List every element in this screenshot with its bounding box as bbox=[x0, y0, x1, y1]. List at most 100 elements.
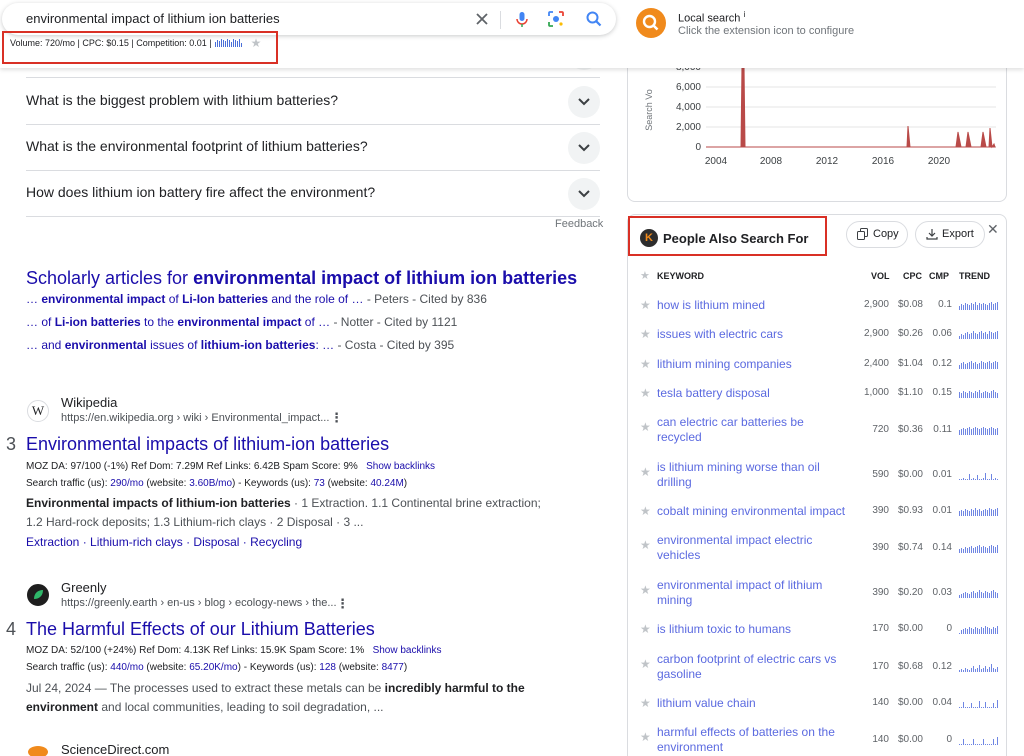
result-title[interactable]: Environmental impacts of lithium-ion bat… bbox=[26, 434, 389, 455]
keyword-volume: 2,900 bbox=[863, 299, 889, 310]
star-column-icon: ★ bbox=[640, 270, 650, 282]
result-snippet-line2: 1.2 Hard-rock deposits; 1.3 Lithium-rich… bbox=[26, 515, 364, 529]
chevron-down-icon[interactable] bbox=[568, 178, 600, 210]
favorite-star-icon[interactable]: ★ bbox=[640, 298, 651, 312]
export-button[interactable]: Export bbox=[915, 221, 985, 248]
clear-icon[interactable] bbox=[472, 9, 492, 29]
close-icon[interactable]: ✕ bbox=[987, 221, 999, 238]
search-input[interactable]: environmental impact of lithium ion batt… bbox=[26, 11, 280, 26]
chevron-down-icon[interactable] bbox=[568, 132, 600, 164]
keyword-link[interactable]: environmental impact of lithium mining bbox=[657, 578, 857, 608]
favorite-star-icon[interactable]: ★ bbox=[640, 357, 651, 371]
show-backlinks-link[interactable]: Show backlinks bbox=[366, 461, 435, 472]
scholarly-article[interactable]: … environmental impact of Li-Ion batteri… bbox=[26, 292, 487, 306]
keyword-volume: 720 bbox=[872, 424, 889, 435]
keyword-cmp: 0.14 bbox=[932, 542, 952, 553]
traffic-metrics: Search traffic (us): 440/mo (website: 65… bbox=[26, 662, 408, 673]
keyword-volume: 140 bbox=[872, 734, 889, 745]
result-title[interactable]: The Harmful Effects of our Lithium Batte… bbox=[26, 619, 375, 640]
scholarly-article[interactable]: … of Li-ion batteries to the environment… bbox=[26, 315, 457, 329]
keyword-link[interactable]: tesla battery disposal bbox=[657, 386, 857, 401]
result-snippet-line2: environment and local communities, leadi… bbox=[26, 700, 384, 714]
keyword-trend-sparkline bbox=[959, 588, 998, 598]
keyword-link[interactable]: cobalt mining environmental impact bbox=[657, 504, 857, 519]
faq-item[interactable]: How does lithium ion battery fire affect… bbox=[26, 170, 600, 217]
keyword-link[interactable]: is lithium toxic to humans bbox=[657, 622, 857, 637]
column-header-keyword: KEYWORD bbox=[657, 271, 704, 281]
site-name[interactable]: Wikipedia bbox=[61, 395, 117, 410]
favorite-star-icon[interactable]: ★ bbox=[640, 465, 651, 479]
faq-item[interactable]: What is the biggest problem with lithium… bbox=[26, 78, 600, 125]
favorite-star-icon[interactable]: ★ bbox=[640, 327, 651, 341]
keyword-cpc: $0.20 bbox=[897, 587, 923, 598]
keyword-trend-sparkline bbox=[959, 543, 998, 553]
sublink[interactable]: Recycling bbox=[250, 535, 302, 549]
trend-area-series bbox=[706, 63, 996, 149]
keyword-volume: 390 bbox=[872, 587, 889, 598]
more-options-icon[interactable]: ⋮ bbox=[330, 410, 343, 426]
keyword-link[interactable]: harmful effects of batteries on the envir… bbox=[657, 725, 857, 755]
result-rank: 4 bbox=[6, 619, 17, 639]
keyword-cpc: $0.00 bbox=[897, 623, 923, 634]
favorite-star-icon[interactable]: ★ bbox=[640, 538, 651, 552]
favorite-star-icon[interactable]: ★ bbox=[640, 730, 651, 744]
microphone-icon[interactable] bbox=[512, 9, 532, 29]
keyword-cpc: $0.08 bbox=[897, 299, 923, 310]
sublink[interactable]: Disposal bbox=[193, 535, 239, 549]
favorite-star-icon[interactable]: ★ bbox=[640, 696, 651, 710]
more-options-icon[interactable]: ⋮ bbox=[336, 596, 349, 612]
scholarly-article[interactable]: … and environmental issues of lithium-io… bbox=[26, 338, 454, 352]
keywords-everywhere-logo-icon: K bbox=[640, 229, 658, 247]
column-header-trend: TREND bbox=[959, 271, 990, 281]
result-rank: 3 bbox=[6, 434, 17, 454]
copy-button[interactable]: Copy bbox=[846, 221, 908, 248]
favorite-star-icon[interactable]: ★ bbox=[640, 386, 651, 400]
keyword-link[interactable]: lithium value chain bbox=[657, 696, 857, 711]
favorite-star-icon[interactable]: ★ bbox=[640, 420, 651, 434]
sublink[interactable]: Extraction bbox=[26, 535, 79, 549]
chevron-down-icon[interactable] bbox=[568, 86, 600, 118]
keyword-volume: 170 bbox=[872, 661, 889, 672]
favorite-star-icon[interactable]: ★ bbox=[251, 36, 262, 50]
search-icon[interactable] bbox=[584, 9, 604, 29]
favorite-star-icon[interactable]: ★ bbox=[640, 583, 651, 597]
y-tick-label: 4,000 bbox=[676, 102, 701, 113]
keyword-link[interactable]: environmental impact electric vehicles bbox=[657, 533, 857, 563]
copy-icon bbox=[857, 228, 868, 240]
keyword-cmp: 0.1 bbox=[938, 299, 952, 310]
feedback-link[interactable]: Feedback bbox=[555, 218, 603, 230]
keyword-cmp: 0.03 bbox=[932, 587, 952, 598]
favorite-star-icon[interactable]: ★ bbox=[640, 504, 651, 518]
keyword-trend-sparkline bbox=[959, 624, 998, 634]
site-name[interactable]: ScienceDirect.com bbox=[61, 742, 169, 756]
scholarly-articles-title[interactable]: Scholarly articles for environmental imp… bbox=[26, 268, 577, 289]
keyword-link[interactable]: how is lithium mined bbox=[657, 298, 857, 313]
keyword-cpc: $0.93 bbox=[897, 505, 923, 516]
keyword-cpc: $0.00 bbox=[897, 734, 923, 745]
keyword-cmp: 0.12 bbox=[932, 358, 952, 369]
magnifier-icon bbox=[642, 14, 659, 31]
keyword-volume: 390 bbox=[872, 542, 889, 553]
keyword-trend-sparkline bbox=[959, 735, 998, 745]
keyword-volume: 390 bbox=[872, 505, 889, 516]
keyword-cmp: 0 bbox=[946, 623, 952, 634]
site-url[interactable]: https://greenly.earth › en-us › blog › e… bbox=[61, 597, 337, 609]
faq-item[interactable]: What is the environmental footprint of l… bbox=[26, 124, 600, 171]
keyword-cmp: 0.11 bbox=[933, 424, 952, 435]
keyword-link[interactable]: can electric car batteries be recycled bbox=[657, 415, 857, 445]
site-url[interactable]: https://en.wikipedia.org › wiki › Enviro… bbox=[61, 412, 329, 424]
keyword-link[interactable]: lithium mining companies bbox=[657, 357, 857, 372]
keyword-link[interactable]: issues with electric cars bbox=[657, 327, 857, 342]
keyword-link[interactable]: carbon footprint of electric cars vs gaso… bbox=[657, 652, 857, 682]
favorite-star-icon[interactable]: ★ bbox=[640, 657, 651, 671]
show-backlinks-link[interactable]: Show backlinks bbox=[373, 645, 442, 656]
local-search-badge[interactable] bbox=[636, 8, 666, 38]
info-icon[interactable]: i bbox=[743, 10, 745, 19]
column-header-vol: VOL bbox=[871, 271, 890, 281]
faq-question: What is the biggest problem with lithium… bbox=[26, 92, 339, 108]
site-name[interactable]: Greenly bbox=[61, 580, 107, 595]
sublink[interactable]: Lithium-rich clays bbox=[90, 535, 183, 549]
keyword-link[interactable]: is lithium mining worse than oil drilling bbox=[657, 460, 857, 490]
lens-icon[interactable] bbox=[546, 9, 566, 29]
favorite-star-icon[interactable]: ★ bbox=[640, 622, 651, 636]
